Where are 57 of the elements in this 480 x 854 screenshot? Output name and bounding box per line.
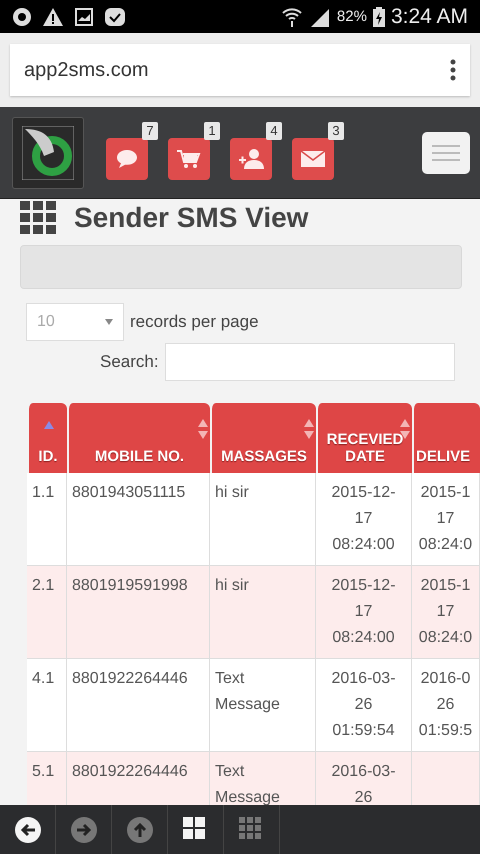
column-header[interactable]: RECEVIED DATE bbox=[316, 403, 412, 473]
cart-icon bbox=[176, 148, 202, 170]
notification-button[interactable] bbox=[106, 138, 148, 180]
column-header[interactable]: ID. bbox=[27, 403, 67, 473]
battery-percent: 82% bbox=[336, 8, 367, 25]
dropdown-caret-icon bbox=[105, 319, 113, 325]
envelope-icon bbox=[300, 150, 326, 168]
table-cell: hi sir bbox=[210, 566, 316, 659]
table-cell: 8801922264446 bbox=[67, 752, 210, 805]
warning-icon bbox=[42, 6, 64, 26]
table-cell: Text Message bbox=[210, 659, 316, 752]
grid-icon bbox=[20, 200, 58, 236]
battery-charging-icon bbox=[372, 6, 385, 26]
circle-app-icon bbox=[12, 6, 32, 26]
add-user-icon bbox=[237, 146, 265, 170]
wifi-icon bbox=[280, 6, 303, 26]
notification-button[interactable] bbox=[292, 138, 334, 180]
count-badge: 3 bbox=[328, 122, 344, 140]
image-icon bbox=[74, 6, 94, 26]
page-title: Sender SMS View bbox=[74, 202, 308, 234]
url-text: app2sms.com bbox=[24, 58, 148, 82]
table-cell: 5.1 bbox=[27, 752, 67, 805]
page-size-label: records per page bbox=[130, 312, 259, 332]
table-cell: 2015-12- 17 08:24:00 bbox=[316, 473, 412, 566]
count-badge: 7 bbox=[142, 122, 158, 140]
notification-button[interactable] bbox=[230, 138, 272, 180]
column-header[interactable]: MASSAGES bbox=[210, 403, 316, 473]
table-cell: 8801943051115 bbox=[67, 473, 210, 566]
table-cell: 1.1 bbox=[27, 473, 67, 566]
table-cell: 2015-12- 17 08:24:00 bbox=[316, 566, 412, 659]
search-field[interactable] bbox=[164, 343, 455, 381]
page-size-select[interactable]: 10 bbox=[26, 303, 124, 341]
table-cell: 4.1 bbox=[27, 659, 67, 752]
table-cell: 2015-1 17 08:24:0 bbox=[412, 473, 480, 566]
table-cell: 2.1 bbox=[27, 566, 67, 659]
table-cell: 2016-03- 26 bbox=[316, 752, 412, 805]
table-cell: hi sir bbox=[210, 473, 316, 566]
table-cell: 8801922264446 bbox=[67, 659, 210, 752]
menu-button[interactable] bbox=[422, 132, 470, 174]
table-cell: 2015-1 17 08:24:0 bbox=[412, 566, 480, 659]
notification-button[interactable] bbox=[168, 138, 210, 180]
table-cell: 8801919591998 bbox=[67, 566, 210, 659]
column-header[interactable]: MOBILE NO. bbox=[67, 403, 210, 473]
speech-bubble-icon bbox=[115, 148, 139, 170]
search-label: Search: bbox=[100, 352, 159, 372]
signal-icon bbox=[308, 6, 331, 26]
clock-time: 3:24 AM bbox=[390, 4, 468, 28]
table-cell: 2016-03- 26 01:59:54 bbox=[316, 659, 412, 752]
count-badge: 1 bbox=[204, 122, 220, 140]
address-bar[interactable]: app2sms.com bbox=[10, 44, 470, 96]
table-cell: 2016-0 26 01:59:5 bbox=[412, 659, 480, 752]
column-header[interactable]: DELIVE bbox=[412, 403, 480, 473]
check-badge-icon bbox=[104, 6, 126, 26]
table-cell: Text Message bbox=[210, 752, 316, 805]
count-badge: 4 bbox=[266, 122, 282, 140]
site-logo[interactable] bbox=[12, 116, 84, 188]
overflow-menu-icon[interactable] bbox=[450, 59, 456, 81]
